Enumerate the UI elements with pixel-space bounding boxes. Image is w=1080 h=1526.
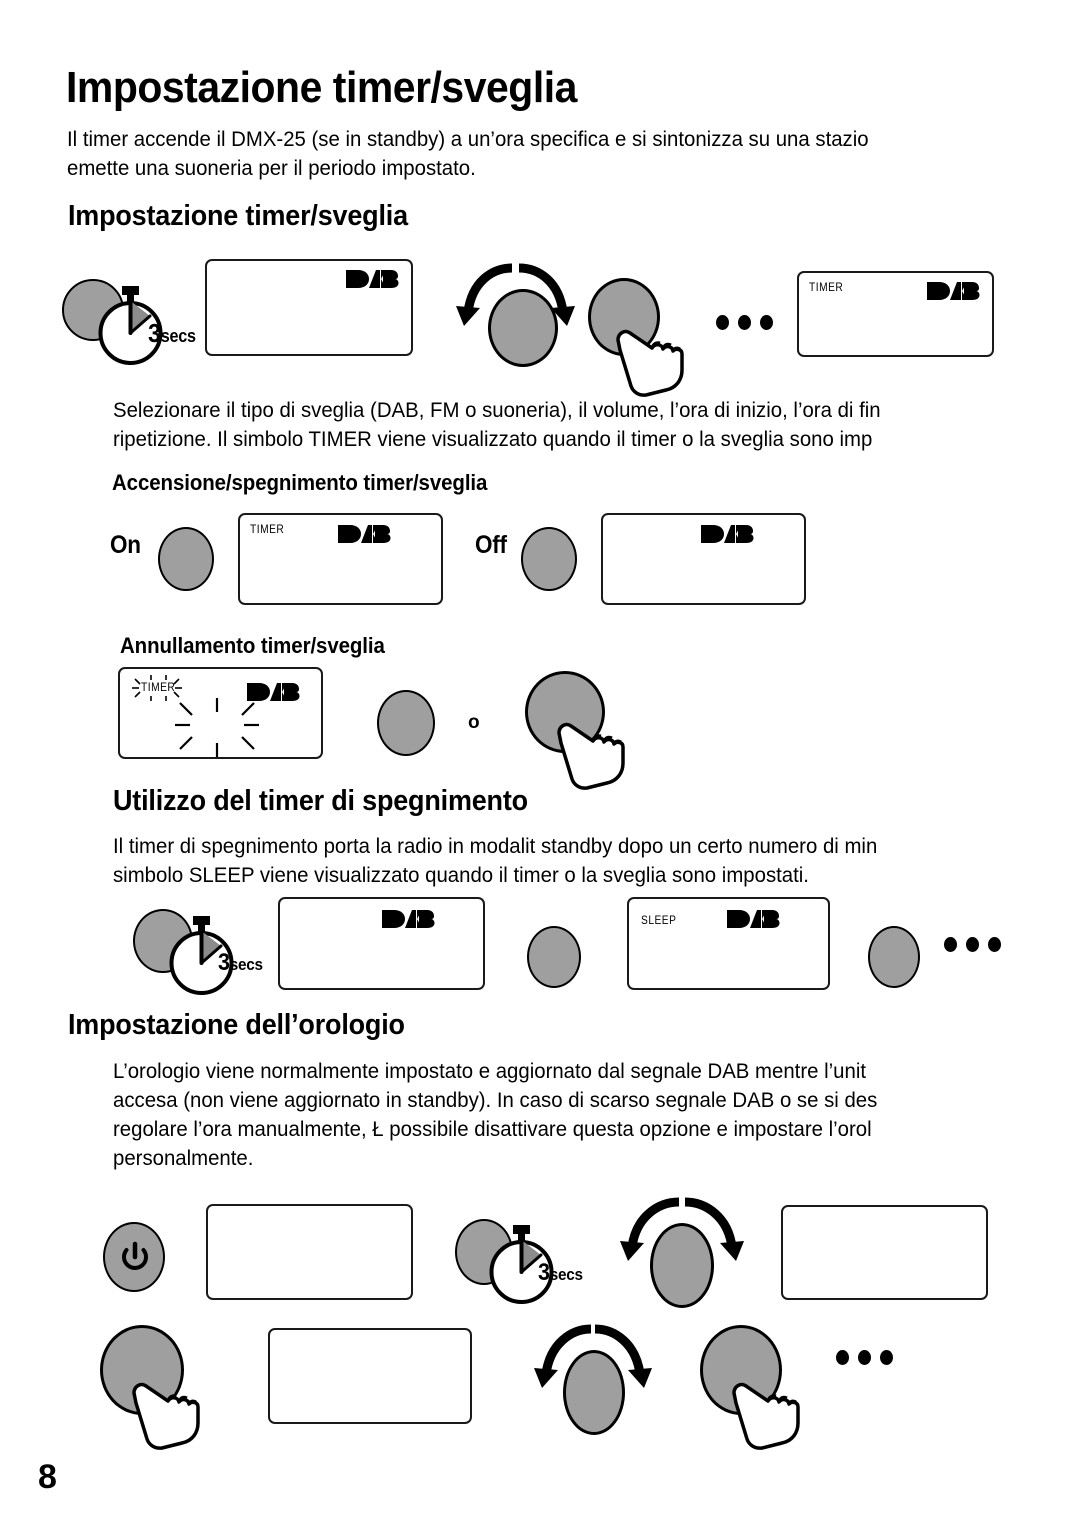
pointing-hand-icon: [557, 722, 625, 790]
power-knob[interactable]: [103, 1222, 165, 1292]
section-3-body: L’orologio viene normalmente impostato e…: [113, 1057, 877, 1173]
dab-logo-icon: [382, 910, 435, 928]
display-timer-2: TIMER: [238, 513, 443, 605]
label-on: On: [110, 531, 141, 559]
dab-logo-icon: [247, 683, 300, 701]
display-timer-1: TIMER: [797, 271, 994, 357]
display-blank-1: [205, 259, 413, 356]
dab-logo-icon: [727, 910, 780, 928]
press-knob-group-1: [588, 278, 708, 397]
stopwatch-icon-group-3: 3secs: [455, 1217, 585, 1304]
hold-duration-number: 3: [538, 1259, 550, 1286]
rotary-knob[interactable]: [563, 1350, 625, 1435]
label-off: Off: [475, 531, 507, 559]
dab-logo-icon: [346, 270, 399, 288]
subsection-heading-on-off: Accensione/spegnimento timer/sveglia: [112, 470, 488, 495]
press-knob-group-2: [525, 671, 650, 790]
intro-line-2: emette una suoneria per il periodo impos…: [67, 157, 476, 180]
dab-logo-icon: [701, 525, 754, 543]
display-sleep: SLEEP: [627, 897, 830, 990]
display-tag-timer: TIMER: [809, 280, 844, 294]
pointing-hand-icon: [732, 1382, 800, 1450]
hold-duration-label-2: 3secs: [218, 949, 263, 977]
section-3-body-line-4: personalmente.: [113, 1147, 254, 1170]
ellipsis-dots-icon-3: [836, 1350, 893, 1365]
display-blank-3: [278, 897, 485, 990]
display-blank-6: [268, 1328, 472, 1424]
display-blank-4: [206, 1204, 413, 1300]
rotate-knob-group-1: [448, 260, 583, 370]
hold-duration-unit: secs: [549, 1265, 583, 1284]
ellipsis-dots-icon-1: [716, 315, 773, 330]
display-blank-5: [781, 1205, 988, 1300]
knob-sleep-2[interactable]: [868, 926, 920, 988]
knob-on[interactable]: [158, 527, 214, 591]
section-2-body-line-1: Il timer di spegnimento porta la radio i…: [113, 835, 878, 858]
pointing-hand-icon: [616, 329, 684, 397]
rotary-knob[interactable]: [488, 289, 558, 367]
stopwatch-icon-group-2: 3secs: [133, 907, 263, 995]
display-tag-sleep: SLEEP: [641, 913, 677, 927]
hold-duration-number: 3: [148, 318, 161, 348]
section-1-body: Selezionare il tipo di sveglia (DAB, FM …: [113, 396, 881, 454]
press-knob-group-3: [100, 1325, 225, 1450]
page-number: 8: [38, 1458, 57, 1496]
display-blank-2: [601, 513, 806, 605]
pointing-hand-icon: [132, 1382, 200, 1450]
dab-logo-icon: [338, 525, 391, 543]
label-or: o: [468, 712, 480, 733]
section-3-body-line-1: L’orologio viene normalmente impostato e…: [113, 1060, 867, 1083]
display-timer-blinking: TIMER: [118, 667, 323, 759]
knob-cancel[interactable]: [377, 690, 435, 756]
hold-duration-number: 3: [218, 949, 230, 976]
stopwatch-icon-group-1: 3secs: [62, 277, 196, 365]
knob-sleep-1[interactable]: [527, 926, 581, 988]
section-1-body-line-2: ripetizione. Il simbolo TIMER viene visu…: [113, 428, 873, 451]
section-heading-clock-setting: Impostazione dell’orologio: [68, 1009, 405, 1041]
section-2-body: Il timer di spegnimento porta la radio i…: [113, 832, 877, 890]
intro-line-1: Il timer accende il DMX-25 (se in standb…: [67, 128, 869, 151]
display-tag-timer: TIMER: [250, 522, 285, 536]
intro-paragraph: Il timer accende il DMX-25 (se in standb…: [67, 125, 869, 183]
power-icon: [122, 1241, 148, 1270]
subsection-heading-cancel: Annullamento timer/sveglia: [120, 633, 385, 658]
hold-duration-label-3: 3secs: [538, 1259, 583, 1287]
knob-off[interactable]: [521, 527, 577, 591]
rotary-knob[interactable]: [650, 1223, 714, 1308]
press-knob-group-4: [700, 1325, 825, 1450]
hold-duration-unit: secs: [160, 326, 196, 346]
section-3-body-line-2: accesa (non viene aggiornato in standby)…: [113, 1089, 878, 1112]
hold-duration-label-1: 3secs: [148, 318, 196, 349]
section-heading-timer-alarm-setup: Impostazione timer/sveglia: [68, 200, 408, 232]
manual-page: Impostazione timer/sveglia Il timer acce…: [0, 0, 1080, 1526]
section-2-body-line-2: simbolo SLEEP viene visualizzato quando …: [113, 864, 809, 887]
section-heading-sleep-timer: Utilizzo del timer di spegnimento: [113, 785, 528, 817]
section-1-body-line-1: Selezionare il tipo di sveglia (DAB, FM …: [113, 399, 881, 422]
dab-logo-icon: [927, 282, 980, 300]
hold-duration-unit: secs: [229, 955, 263, 974]
page-title: Impostazione timer/sveglia: [66, 63, 577, 112]
ellipsis-dots-icon-2: [944, 937, 1001, 952]
rotate-knob-group-2: [612, 1193, 752, 1308]
section-3-body-line-3: regolare l’ora manualmente, Ł possibile …: [113, 1118, 872, 1141]
rotate-knob-group-3: [528, 1320, 658, 1435]
